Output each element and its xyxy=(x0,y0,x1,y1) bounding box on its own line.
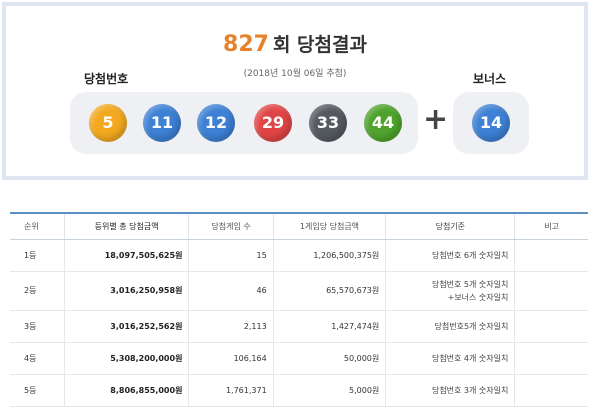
table-row: 4등 5,308,200,000원 106,164 50,000원 당첨번호 4… xyxy=(10,342,588,375)
winner-count-cell: 106,164 xyxy=(188,342,274,375)
title-suffix: 회 당첨결과 xyxy=(272,34,367,56)
criteria-cell: 당첨번호 5개 숫자일치 +보너스 숫자일치 xyxy=(385,271,515,311)
rank-cell: 1등 xyxy=(10,239,65,272)
number-ball: 12 xyxy=(197,104,235,142)
prize-table: 순위 등위별 총 당첨금액 당첨게임 수 1게임당 당첨금액 당첨기준 비고 1… xyxy=(10,212,588,407)
criteria-text: 당첨번호5개 숫자일치 xyxy=(434,321,509,331)
table-row: 1등 18,097,505,625원 15 1,206,500,375원 당첨번… xyxy=(10,239,588,272)
criteria-text: 당첨번호 6개 숫자일치 xyxy=(431,250,509,260)
total-prize-cell: 8,806,855,000원 xyxy=(63,374,189,407)
number-ball: 33 xyxy=(309,104,347,142)
prize-per-game-cell: 50,000원 xyxy=(272,342,386,375)
number-ball: 5 xyxy=(89,104,127,142)
criteria-cell: 당첨번호 4개 숫자일치 xyxy=(385,342,515,375)
total-prize-cell: 5,308,200,000원 xyxy=(63,342,189,375)
note-cell xyxy=(514,310,588,343)
note-cell xyxy=(514,374,588,407)
criteria-cell: 당첨번호5개 숫자일치 xyxy=(385,310,515,343)
column-header: 비고 xyxy=(514,212,588,240)
criteria-text: 당첨번호 4개 숫자일치 xyxy=(431,353,509,363)
winner-count-cell: 1,761,371 xyxy=(188,374,274,407)
total-prize-cell: 3,016,250,958원 xyxy=(63,271,189,311)
number-ball: 11 xyxy=(143,104,181,142)
note-cell xyxy=(514,271,588,311)
rank-cell: 4등 xyxy=(10,342,65,375)
column-header: 당첨게임 수 xyxy=(188,212,274,240)
winner-count-cell: 15 xyxy=(188,239,274,272)
winner-count-cell: 46 xyxy=(188,271,274,311)
note-cell xyxy=(514,342,588,375)
criteria-cell: 당첨번호 6개 숫자일치 xyxy=(385,239,515,272)
table-row: 2등 3,016,250,958원 46 65,570,673원 당첨번호 5개… xyxy=(10,271,588,311)
criteria-text: 당첨번호 5개 숫자일치 xyxy=(431,279,509,289)
winning-numbers-panel: 5 11 12 29 33 44 xyxy=(70,92,418,154)
total-prize-cell: 18,097,505,625원 xyxy=(63,239,189,272)
column-header: 1게임당 당첨금액 xyxy=(272,212,386,240)
table-row: 3등 3,016,252,562원 2,113 1,427,474원 당첨번호5… xyxy=(10,310,588,343)
bonus-number-panel: 14 xyxy=(453,92,529,154)
table-row: 5등 8,806,855,000원 1,761,371 5,000원 당첨번호 … xyxy=(10,374,588,407)
round-number: 827 xyxy=(223,32,269,57)
note-cell xyxy=(514,239,588,272)
total-prize-cell: 3,016,252,562원 xyxy=(63,310,189,343)
prize-per-game-cell: 65,570,673원 xyxy=(272,271,386,311)
number-ball: 29 xyxy=(254,104,292,142)
criteria-text: 당첨번호 3개 숫자일치 xyxy=(431,385,509,395)
number-ball: 44 xyxy=(364,104,402,142)
column-header: 등위별 총 당첨금액 xyxy=(63,212,189,240)
rank-cell: 3등 xyxy=(10,310,65,343)
prize-per-game-cell: 5,000원 xyxy=(272,374,386,407)
page-title: 827 회 당첨결과 xyxy=(6,30,584,57)
column-header: 당첨기준 xyxy=(385,212,515,240)
plus-icon: + xyxy=(423,102,449,137)
criteria-text: +보너스 숫자일치 xyxy=(447,292,509,302)
prize-per-game-cell: 1,206,500,375원 xyxy=(272,239,386,272)
table-header-row: 순위 등위별 총 당첨금액 당첨게임 수 1게임당 당첨금액 당첨기준 비고 xyxy=(10,212,588,240)
rank-cell: 5등 xyxy=(10,374,65,407)
rank-cell: 2등 xyxy=(10,271,65,311)
prize-per-game-cell: 1,427,474원 xyxy=(272,310,386,343)
bonus-ball: 14 xyxy=(472,104,510,142)
bonus-number-label: 보너스 xyxy=(473,72,507,86)
criteria-cell: 당첨번호 3개 숫자일치 xyxy=(385,374,515,407)
winning-numbers-label: 당첨번호 xyxy=(84,72,129,86)
winner-count-cell: 2,113 xyxy=(188,310,274,343)
column-header: 순위 xyxy=(10,212,65,240)
